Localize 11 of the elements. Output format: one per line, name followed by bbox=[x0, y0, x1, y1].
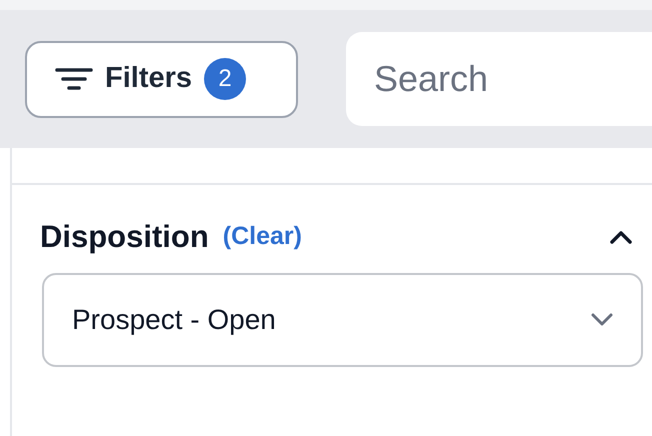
chevron-up-icon[interactable] bbox=[610, 230, 632, 244]
clear-link[interactable]: (Clear) bbox=[222, 218, 302, 256]
section-title: Disposition bbox=[40, 218, 209, 256]
filter-icon bbox=[55, 67, 93, 91]
search-field[interactable]: Search bbox=[346, 32, 652, 126]
select-value: Prospect - Open bbox=[72, 303, 276, 337]
count-badge: 2 bbox=[204, 58, 246, 100]
filters-label: Filters bbox=[105, 61, 192, 96]
filters-button[interactable]: Filters 2 bbox=[25, 40, 298, 118]
disposition-select[interactable]: Prospect - Open bbox=[42, 273, 643, 367]
chevron-down-icon bbox=[591, 313, 613, 327]
